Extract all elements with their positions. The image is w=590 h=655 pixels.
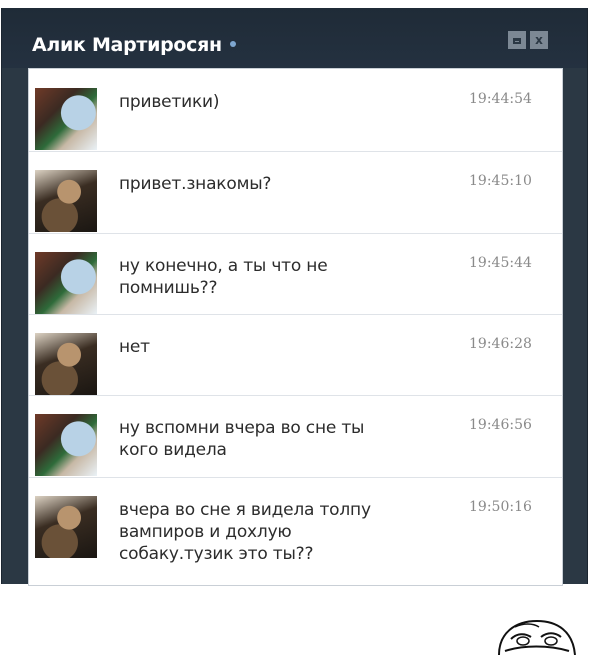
message-text: ну вспомни вчера во сне ты кого видела	[119, 418, 365, 460]
avatar[interactable]	[35, 333, 97, 395]
contact-name: Алик Мартиросян	[32, 34, 222, 56]
message-time: 19:45:44	[469, 255, 532, 271]
message-text: ну конечно, а ты что не помнишь??	[119, 256, 328, 298]
avatar[interactable]	[35, 414, 97, 476]
avatar[interactable]	[35, 88, 97, 150]
chat-window: Алик Мартиросян x приветики) 19:44:54 пр…	[1, 8, 588, 586]
message-text: вчера во сне я видела толпу вампиров и д…	[119, 500, 371, 564]
close-button[interactable]: x	[530, 31, 548, 49]
minimize-icon	[513, 38, 521, 44]
avatar[interactable]	[35, 170, 97, 232]
message-time: 19:45:10	[469, 173, 532, 189]
trollface-icon	[498, 619, 576, 655]
message-text: нет	[119, 337, 150, 357]
message-item: ну конечно, а ты что не помнишь?? 19:45:…	[29, 233, 562, 315]
avatar[interactable]	[35, 496, 97, 558]
screenshot-frame: Алик Мартиросян x приветики) 19:44:54 пр…	[0, 0, 590, 588]
message-text: приветики)	[119, 92, 220, 112]
message-item: вчера во сне я видела толпу вампиров и д…	[29, 477, 562, 587]
contact-name-title[interactable]: Алик Мартиросян	[32, 34, 236, 56]
message-time: 19:46:56	[469, 417, 532, 433]
message-item: приветики) 19:44:54	[29, 69, 562, 152]
message-item: ну вспомни вчера во сне ты кого видела 1…	[29, 395, 562, 478]
minimize-button[interactable]	[508, 31, 526, 49]
message-time: 19:50:16	[469, 499, 532, 515]
online-status-icon	[229, 40, 236, 47]
message-text: привет.знакомы?	[119, 174, 272, 194]
chat-titlebar[interactable]: Алик Мартиросян x	[2, 8, 587, 68]
message-time: 19:46:28	[469, 336, 532, 352]
message-list[interactable]: приветики) 19:44:54 привет.знакомы? 19:4…	[28, 68, 563, 586]
message-item: привет.знакомы? 19:45:10	[29, 151, 562, 234]
message-item: нет 19:46:28	[29, 314, 562, 396]
message-time: 19:44:54	[469, 91, 532, 107]
avatar[interactable]	[35, 252, 97, 314]
close-icon: x	[535, 33, 543, 47]
